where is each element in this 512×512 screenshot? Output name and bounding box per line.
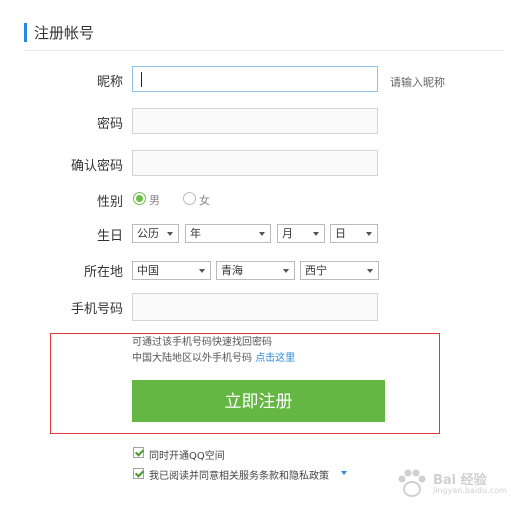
chevron-down-icon — [199, 269, 205, 273]
header-accent-bar — [24, 23, 27, 42]
country-select[interactable]: 中国 — [132, 261, 211, 280]
password-input[interactable] — [132, 108, 378, 134]
watermark: Bai 经验 jingyan.baidu.com — [395, 468, 507, 502]
qzone-checkbox[interactable] — [133, 447, 144, 458]
chevron-down-icon — [367, 269, 373, 273]
page-title: 注册帐号 — [34, 24, 95, 42]
country-value: 中国 — [137, 264, 159, 277]
location-label: 所在地 — [83, 265, 123, 280]
click-here-link[interactable]: 点击这里 — [255, 353, 295, 364]
overseas-phone-text: 中国大陆地区以外手机号码 — [132, 353, 252, 364]
city-value: 西宁 — [305, 264, 327, 277]
confirm-password-label: 确认密码 — [70, 159, 123, 174]
birthday-label: 生日 — [96, 229, 123, 244]
nickname-hint: 请输入昵称 — [390, 76, 445, 89]
birth-month-value: 月 — [282, 227, 293, 240]
overseas-phone-note: 中国大陆地区以外手机号码 点击这里 — [132, 349, 295, 364]
nickname-input[interactable] — [132, 66, 378, 92]
phone-recovery-note: 可通过该手机号码快速找回密码 — [132, 337, 272, 348]
calendar-type-select[interactable]: 公历 — [132, 224, 179, 243]
gender-female-label: 女 — [199, 194, 210, 207]
confirm-password-input[interactable] — [132, 150, 378, 176]
chevron-down-icon — [313, 232, 319, 236]
gender-female-radio[interactable] — [183, 192, 196, 205]
birth-day-select[interactable]: 日 — [330, 224, 378, 243]
birth-year-value: 年 — [190, 227, 201, 240]
gender-male-label: 男 — [149, 194, 160, 207]
nickname-label: 昵称 — [96, 75, 123, 90]
phone-input[interactable] — [132, 293, 378, 321]
paw-logo-icon — [398, 469, 426, 497]
phone-label: 手机号码 — [70, 302, 123, 317]
chevron-down-icon — [167, 232, 173, 236]
watermark-url: jingyan.baidu.com — [433, 486, 507, 495]
province-value: 青海 — [221, 264, 243, 277]
chevron-down-icon — [366, 232, 372, 236]
chevron-down-icon — [283, 269, 289, 273]
password-label: 密码 — [96, 117, 123, 132]
gender-male-radio[interactable] — [133, 192, 146, 205]
birth-month-select[interactable]: 月 — [277, 224, 325, 243]
terms-label: 我已阅读并同意相关服务条款和隐私政策 — [149, 471, 329, 482]
calendar-type-value: 公历 — [137, 227, 159, 240]
province-select[interactable]: 青海 — [216, 261, 295, 280]
birth-year-select[interactable]: 年 — [185, 224, 271, 243]
gender-label: 性别 — [96, 195, 123, 210]
terms-checkbox[interactable] — [133, 468, 144, 479]
chevron-down-icon — [259, 232, 265, 236]
qzone-label: 同时开通QQ空间 — [149, 451, 225, 462]
register-button[interactable]: 立即注册 — [132, 380, 385, 422]
birth-day-value: 日 — [335, 227, 346, 240]
expand-terms-icon[interactable] — [341, 471, 347, 475]
city-select[interactable]: 西宁 — [300, 261, 379, 280]
page-header: 注册帐号 — [24, 20, 504, 51]
text-caret — [141, 72, 142, 87]
